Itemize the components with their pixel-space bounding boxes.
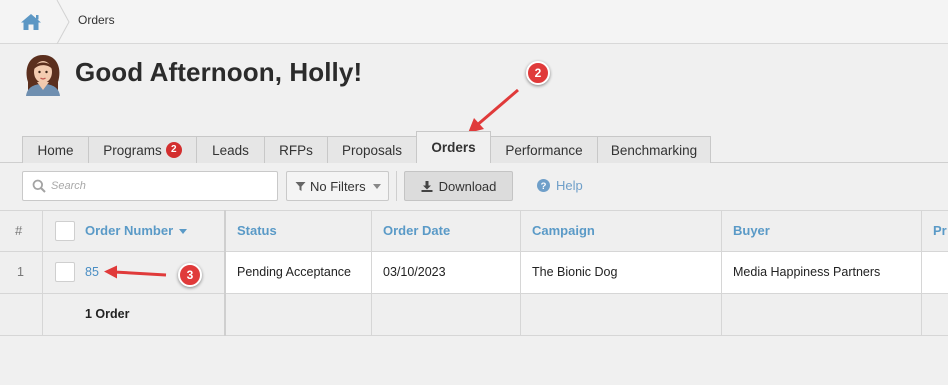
help-link[interactable]: ? Help bbox=[537, 178, 583, 193]
search-icon bbox=[32, 179, 46, 193]
filter-icon bbox=[295, 181, 306, 191]
toolbar-divider bbox=[396, 171, 397, 201]
grid-line bbox=[520, 210, 521, 336]
tab-performance[interactable]: Performance bbox=[490, 136, 598, 163]
order-date: 03/10/2023 bbox=[383, 265, 446, 279]
chevron-down-icon bbox=[372, 183, 381, 189]
select-all-checkbox[interactable] bbox=[55, 221, 75, 241]
header-truncated[interactable]: Pr bbox=[933, 223, 947, 238]
breadcrumb: Orders bbox=[0, 0, 948, 44]
grid-line bbox=[721, 210, 722, 336]
download-button[interactable]: Download bbox=[404, 171, 513, 201]
tab-programs-label: Programs bbox=[103, 142, 162, 158]
annotation-arrow-3 bbox=[104, 265, 167, 279]
grid-line bbox=[0, 335, 948, 336]
annotation-badge-2: 2 bbox=[526, 61, 550, 85]
download-icon bbox=[421, 180, 433, 192]
filters-dropdown[interactable]: No Filters bbox=[286, 171, 389, 201]
header-order-number-label: Order Number bbox=[85, 223, 174, 238]
header-index: # bbox=[15, 223, 23, 238]
order-status: Pending Acceptance bbox=[237, 265, 351, 279]
search-box[interactable] bbox=[22, 171, 278, 201]
help-icon: ? bbox=[537, 179, 550, 192]
grid-line bbox=[0, 293, 948, 294]
tab-rfps-label: RFPs bbox=[279, 142, 313, 158]
filters-label: No Filters bbox=[310, 178, 366, 194]
help-label: Help bbox=[556, 178, 583, 193]
row-checkbox[interactable] bbox=[55, 262, 75, 282]
tab-orders[interactable]: Orders bbox=[416, 131, 491, 163]
footer-row bbox=[0, 293, 948, 336]
programs-count-badge: 2 bbox=[165, 142, 182, 158]
header-campaign[interactable]: Campaign bbox=[532, 223, 595, 238]
tab-leads-label: Leads bbox=[212, 142, 249, 158]
header-order-number[interactable]: Order Number bbox=[85, 223, 187, 238]
header-buyer[interactable]: Buyer bbox=[733, 223, 770, 238]
tab-programs[interactable]: Programs 2 bbox=[88, 136, 197, 163]
greeting-heading: Good Afternoon, Holly! bbox=[75, 57, 363, 87]
order-count: 1 Order bbox=[85, 307, 130, 321]
row-index: 1 bbox=[17, 265, 24, 279]
tab-rfps[interactable]: RFPs bbox=[264, 136, 328, 163]
annotation-badge-3: 3 bbox=[178, 263, 202, 287]
grid-line bbox=[42, 210, 43, 336]
tab-proposals-label: Proposals bbox=[341, 142, 403, 158]
breadcrumb-current: Orders bbox=[78, 13, 115, 27]
tab-home[interactable]: Home bbox=[22, 136, 89, 163]
tab-orders-label: Orders bbox=[431, 140, 476, 155]
download-label: Download bbox=[438, 178, 497, 194]
breadcrumb-separator bbox=[56, 0, 70, 44]
order-campaign: The Bionic Dog bbox=[532, 265, 618, 279]
tab-performance-label: Performance bbox=[505, 142, 583, 158]
home-icon bbox=[21, 14, 41, 30]
annotation-arrow-2 bbox=[468, 88, 519, 133]
tab-benchmarking-label: Benchmarking bbox=[610, 142, 698, 158]
search-input[interactable] bbox=[51, 172, 271, 200]
tab-home-label: Home bbox=[37, 142, 74, 158]
grid-line bbox=[224, 210, 226, 336]
tab-benchmarking[interactable]: Benchmarking bbox=[597, 136, 711, 163]
grid-line bbox=[0, 251, 948, 252]
order-number-link[interactable]: 85 bbox=[85, 265, 99, 279]
avatar bbox=[26, 55, 60, 96]
sort-desc-icon bbox=[178, 229, 187, 235]
header-order-date[interactable]: Order Date bbox=[383, 223, 450, 238]
grid-line bbox=[921, 210, 922, 336]
tab-proposals[interactable]: Proposals bbox=[327, 136, 417, 163]
grid-line bbox=[371, 210, 372, 336]
svg-text:?: ? bbox=[541, 181, 547, 192]
tab-leads[interactable]: Leads bbox=[196, 136, 265, 163]
header-status[interactable]: Status bbox=[237, 223, 277, 238]
order-buyer: Media Happiness Partners bbox=[733, 265, 881, 279]
grid-line bbox=[0, 210, 948, 211]
